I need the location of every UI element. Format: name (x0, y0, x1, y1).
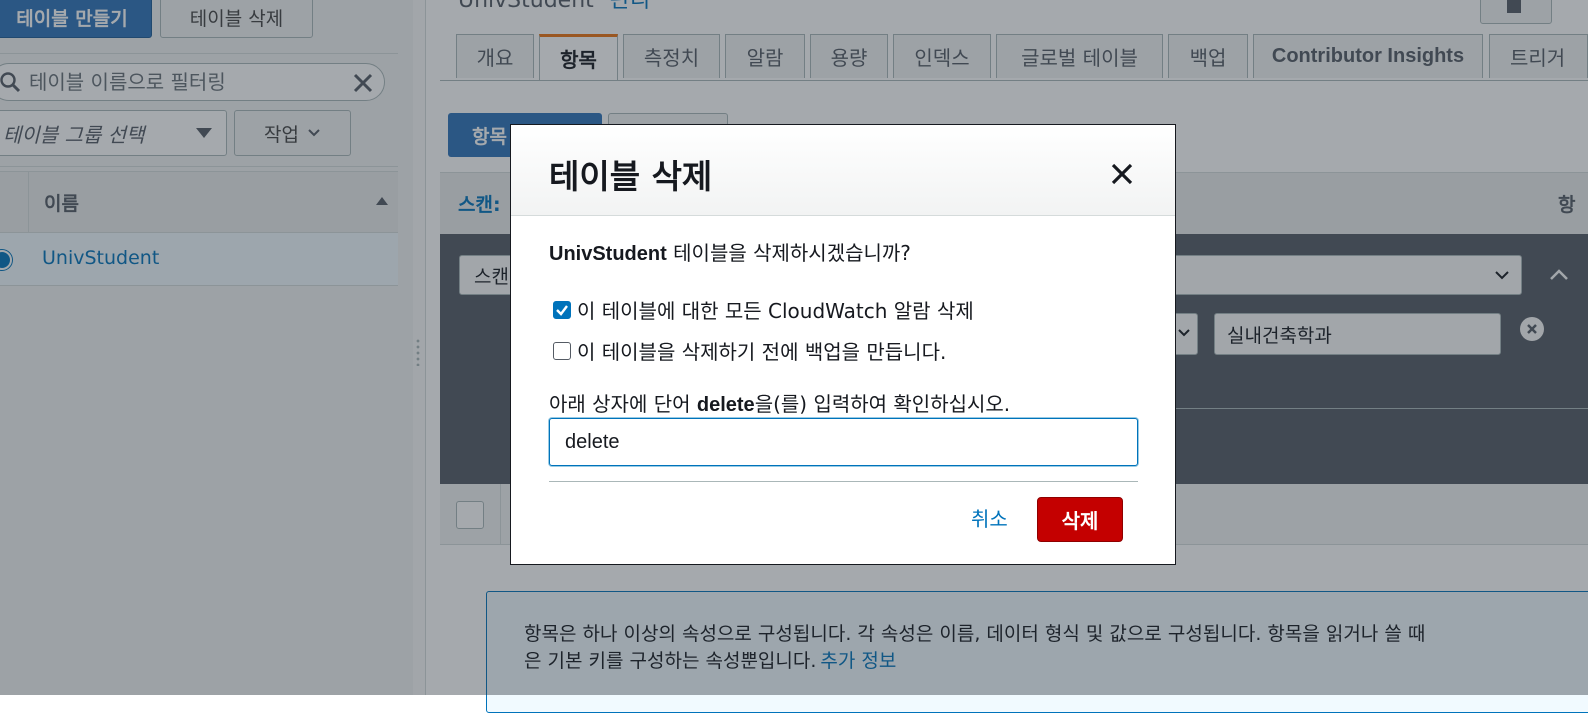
instruction-after: 을(를) 입력하여 확인하십시오. (754, 392, 1011, 416)
delete-alarms-checkbox[interactable] (553, 300, 571, 319)
create-backup-option[interactable]: 이 테이블을 삭제하기 전에 백업을 만듭니다. (553, 336, 946, 365)
divider (549, 481, 1138, 482)
delete-alarms-label: 이 테이블에 대한 모든 CloudWatch 알람 삭제 (577, 299, 974, 323)
delete-confirm-question: UnivStudent 테이블을 삭제하시겠습니까? (549, 237, 911, 266)
confirm-instruction: 아래 상자에 단어 delete을(를) 입력하여 확인하십시오. (549, 388, 1010, 417)
close-icon[interactable] (1109, 161, 1135, 187)
question-text: 테이블을 삭제하시겠습니까? (666, 241, 911, 265)
dialog-header: 테이블 삭제 (511, 125, 1175, 216)
target-table-name: UnivStudent (549, 243, 667, 265)
instruction-before: 아래 상자에 단어 (549, 392, 697, 416)
delete-table-dialog: 테이블 삭제 UnivStudent 테이블을 삭제하시겠습니까? 이 테이블에… (510, 124, 1176, 565)
cancel-button[interactable]: 취소 (971, 503, 1008, 532)
checkmark-icon (556, 304, 568, 316)
instruction-keyword: delete (696, 394, 755, 416)
dialog-title: 테이블 삭제 (549, 157, 713, 196)
delete-confirm-input[interactable] (549, 418, 1138, 466)
create-backup-checkbox[interactable] (553, 341, 571, 360)
confirm-delete-button[interactable]: 삭제 (1037, 497, 1123, 542)
create-backup-label: 이 테이블을 삭제하기 전에 백업을 만듭니다. (577, 340, 947, 364)
delete-alarms-option[interactable]: 이 테이블에 대한 모든 CloudWatch 알람 삭제 (553, 295, 974, 324)
